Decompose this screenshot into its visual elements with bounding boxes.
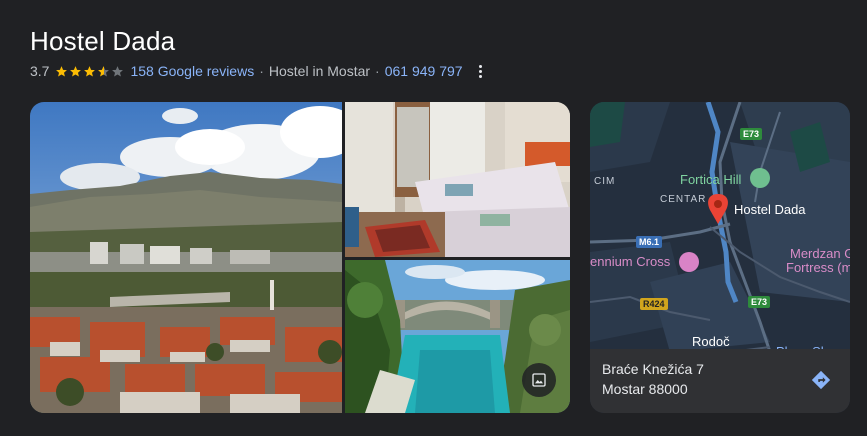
- map-label-millennium-cross[interactable]: ennium Cross: [590, 254, 670, 269]
- place-category: Hostel in Mostar: [268, 63, 371, 79]
- star-full-icon: [56, 65, 68, 76]
- place-title: Hostel Dada: [30, 26, 176, 56]
- map-label-fortica-hill[interactable]: Fortica Hill: [680, 172, 741, 187]
- photo-library-icon[interactable]: [522, 363, 556, 397]
- photo-gallery: [30, 102, 570, 413]
- map-label-hostel[interactable]: Hostel Dada: [734, 202, 806, 217]
- highway-shield-r424: R424: [640, 298, 668, 310]
- map-label-rodoc: Rodoč: [692, 334, 730, 349]
- rating-stars: [55, 65, 125, 78]
- highway-shield-e73: E73: [740, 128, 763, 140]
- separator-dot: ·: [259, 63, 264, 79]
- directions-icon[interactable]: [810, 369, 832, 391]
- map-label-centar: CENTAR: [660, 194, 707, 205]
- map-label-merdzan[interactable]: Merdzan G: [790, 246, 850, 261]
- separator-dot: ·: [375, 63, 380, 79]
- highway-shield-m61: M6.1: [636, 236, 663, 248]
- place-meta-row: 3.7 158 Google reviews · Hostel in Mosta…: [30, 62, 485, 80]
- photo-old-bridge[interactable]: [345, 260, 570, 413]
- star-half-icon: [98, 65, 110, 76]
- city-view-image: [30, 102, 342, 413]
- photo-room[interactable]: [345, 102, 570, 257]
- room-image: [345, 102, 570, 257]
- reviews-link[interactable]: 158 Google reviews: [130, 63, 254, 79]
- phone-link[interactable]: 061 949 797: [385, 63, 463, 79]
- map-label-cim: CIM: [594, 176, 616, 187]
- star-empty-icon: [112, 65, 124, 76]
- photo-city-view[interactable]: [30, 102, 342, 413]
- more-vert-icon[interactable]: [477, 64, 485, 78]
- star-full-icon: [70, 65, 82, 76]
- highway-shield-e73: E73: [748, 296, 771, 308]
- address-panel: Braće Knežića 7 Mostar 88000: [590, 349, 850, 413]
- map-card[interactable]: E73 M6.1 R424 E73 CIM CENTAR Fortica Hil…: [590, 102, 850, 413]
- address-street: Braće Knežića 7: [602, 361, 704, 377]
- address-city: Mostar 88000: [602, 381, 688, 397]
- rating-value: 3.7: [30, 63, 50, 79]
- star-full-icon: [84, 65, 96, 76]
- map-label-fortress[interactable]: Fortress (m: [786, 260, 850, 275]
